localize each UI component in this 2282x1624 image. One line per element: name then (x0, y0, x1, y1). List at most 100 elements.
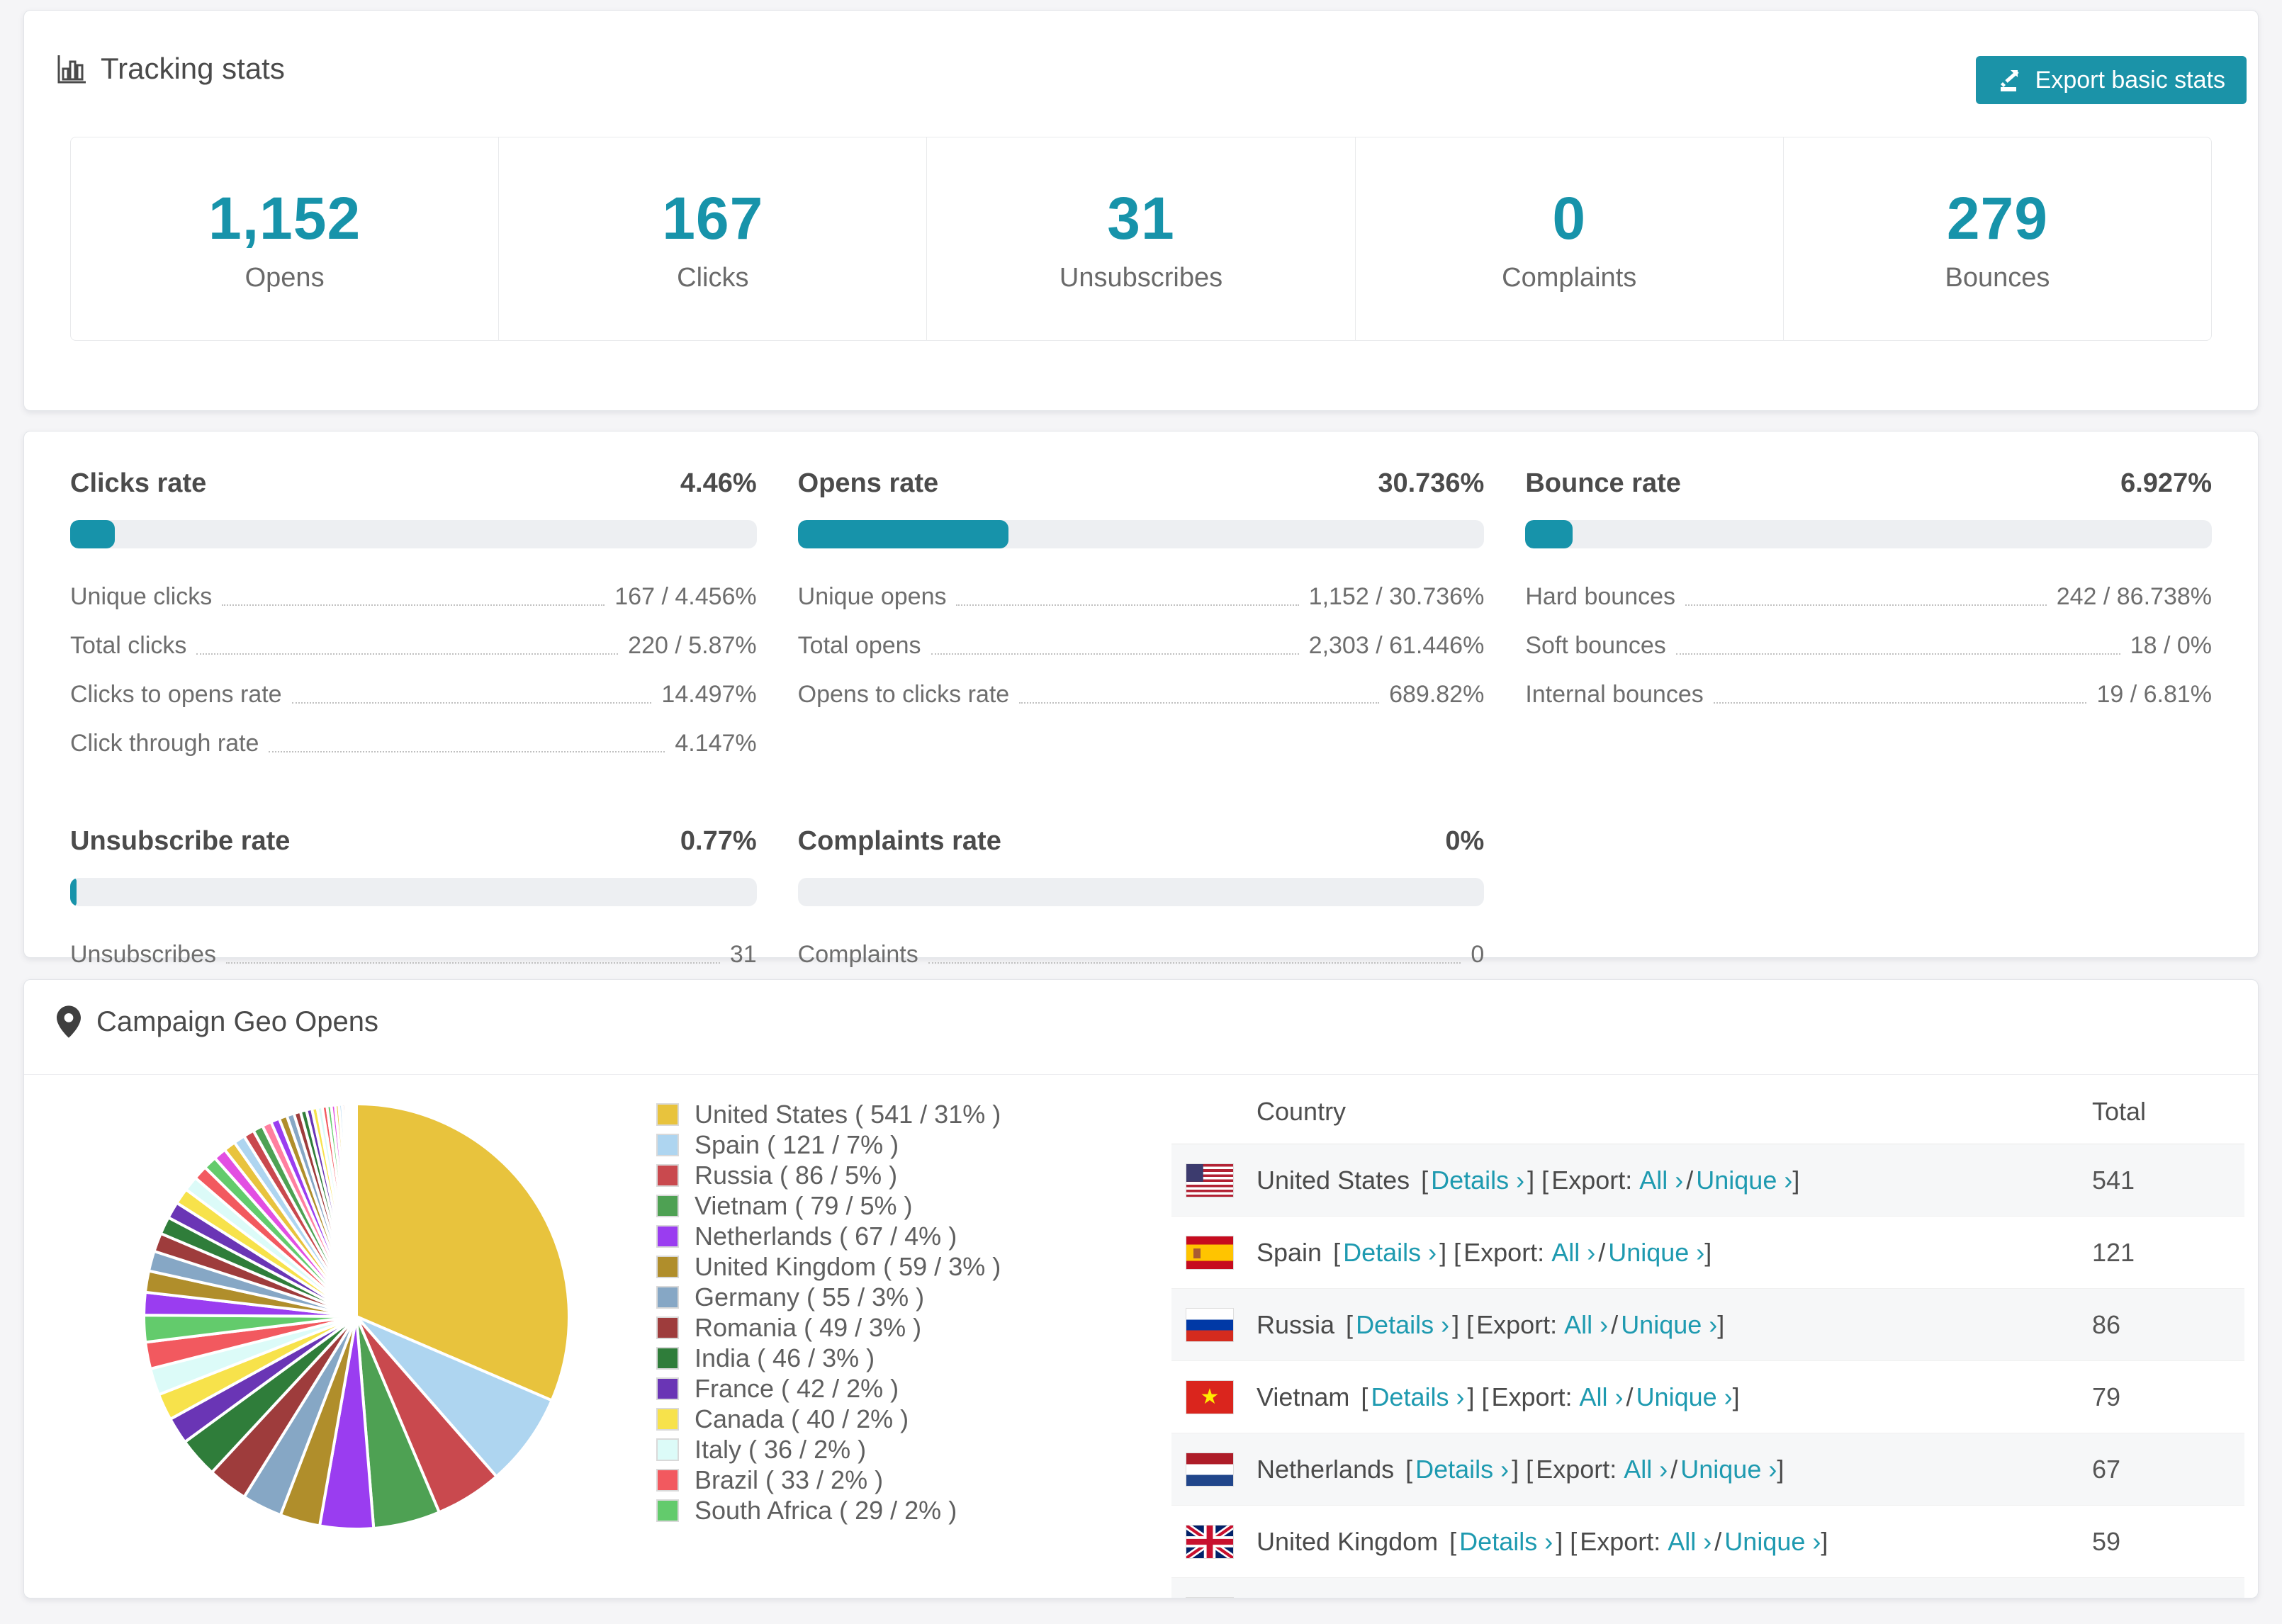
legend-label: Russia ( 86 / 5% ) (695, 1160, 898, 1190)
total-value: 541 (2092, 1165, 2135, 1195)
stat-label: Unsubscribes (1059, 263, 1223, 293)
export-unique-link[interactable]: Unique › (1724, 1527, 1821, 1557)
rate-section-bounce-rate: Bounce rate 6.927% Hard bounces 242 / 86.73… (1525, 468, 2212, 768)
progress-bar (797, 878, 1485, 906)
export-label: Export: (1551, 1165, 1640, 1195)
export-all-link[interactable]: All › (1624, 1455, 1668, 1484)
export-unique-link[interactable]: Unique › (1696, 1166, 1792, 1195)
progress-bar-fill (70, 520, 115, 548)
total-value: 121 (2092, 1237, 2135, 1267)
legend-label: Spain ( 121 / 7% ) (695, 1129, 899, 1159)
details-link[interactable]: Details › (1415, 1455, 1509, 1484)
page-title: Tracking stats (101, 52, 285, 85)
rate-row-label: Unique opens (797, 583, 947, 610)
bracket: ] (1821, 1526, 1828, 1556)
rate-row-opens-to-clicks-rate: Opens to clicks rate 689.82% (798, 670, 1485, 719)
rate-value: 6.927% (2120, 468, 2212, 498)
geo-opens-card: Campaign Geo Opens United States ( 541 /… (23, 979, 2259, 1598)
rate-row-label: Unique clicks (70, 583, 213, 610)
bracket: [ (1333, 1237, 1341, 1267)
country-cell: United Kingdom [Details ›] [Export: All ›… (1257, 1527, 2092, 1557)
export-all-link[interactable]: All › (1564, 1310, 1608, 1340)
tracking-stats-card: Tracking stats Export basic stats 1,152 O… (23, 10, 2259, 411)
rate-section-clicks-rate: Clicks rate 4.46% Unique clicks 167 / 4.456… (70, 468, 757, 768)
pie-slice-other (354, 1102, 358, 1317)
vn-flag-icon (1186, 1380, 1234, 1414)
legend-label: France ( 42 / 2% ) (695, 1373, 899, 1403)
export-all-link[interactable]: All › (1580, 1382, 1624, 1412)
rate-rows: Hard bounces 242 / 86.738% Soft bounces 18 … (1525, 573, 2212, 719)
rate-row-complaints: Complaints 0 (798, 930, 1485, 979)
rate-row-label: Internal bounces (1525, 681, 1704, 708)
geo-title: Campaign Geo Opens (96, 1005, 379, 1037)
dotted-leader (1713, 702, 2087, 704)
total-value: 79 (2092, 1382, 2121, 1411)
rate-section-opens-rate: Opens rate 30.736% Unique opens 1,152 / 30.… (797, 468, 1485, 768)
dotted-leader (291, 702, 652, 704)
rate-row-label: Complaints (797, 941, 918, 968)
details-link[interactable]: Details › (1459, 1527, 1553, 1557)
slash: / (1686, 1165, 1694, 1195)
rate-head: Complaints rate 0% (798, 826, 1485, 857)
de-flag-icon (1186, 1596, 1234, 1598)
table-row-united-kingdom: United Kingdom [Details ›] [Export: All ›… (1171, 1506, 2244, 1578)
divider (24, 1074, 2258, 1075)
rate-row-value: 242 / 86.738% (2056, 583, 2212, 610)
table-row-netherlands: Netherlands[Details ›] [Export: All › / … (1171, 1433, 2244, 1506)
legend-item: Italy ( 36 / 2% ) (656, 1434, 1001, 1465)
table-row-vietnam: Vietnam [Details ›] [Export: All › / Uniq… (1171, 1361, 2244, 1433)
progress-bar-fill (70, 878, 77, 906)
export-all-link[interactable]: All › (1639, 1166, 1683, 1195)
rate-row-value: 19 / 6.81% (2096, 681, 2212, 708)
stat-value: 279 (1946, 185, 2048, 252)
legend-swatch (656, 1499, 679, 1522)
details-link[interactable]: Details › (1356, 1310, 1449, 1340)
stat-box-clicks: 167 Clicks (499, 137, 928, 340)
bracket: ] (1732, 1382, 1740, 1411)
legend-label: Romania ( 49 / 3% ) (695, 1312, 922, 1342)
geo-legend: United States ( 541 / 31% ) Spain ( 121 /… (656, 1099, 1001, 1526)
total-value: 67 (2092, 1454, 2121, 1484)
export-all-link[interactable]: All › (1668, 1527, 1712, 1557)
export-unique-link[interactable]: Unique › (1680, 1455, 1777, 1484)
export-all-link[interactable]: All › (1551, 1238, 1595, 1268)
geo-table-header: Country Total (1171, 1079, 2244, 1144)
tracking-stats-header: Tracking stats (55, 52, 285, 86)
export-unique-link[interactable]: Unique › (1621, 1310, 1717, 1340)
slash: / (1626, 1382, 1634, 1411)
details-link[interactable]: Details › (1343, 1238, 1437, 1268)
stat-box-unsubscribes: 31 Unsubscribes (927, 137, 1356, 340)
rate-row-unique-clicks: Unique clicks 167 / 4.456% (70, 573, 757, 621)
stat-label: Complaints (1502, 263, 1637, 293)
bracket: ] (1704, 1237, 1712, 1267)
column-header-country: Country (1257, 1096, 1347, 1126)
rates-grid: Clicks rate 4.46% Unique clicks 167 / 4.456… (70, 468, 2212, 979)
export-unique-link[interactable]: Unique › (1608, 1238, 1704, 1268)
rate-row-value: 689.82% (1389, 681, 1485, 708)
rate-row-click-through-rate: Click through rate 4.147% (70, 719, 757, 768)
details-link[interactable]: Details › (1431, 1166, 1524, 1195)
rate-row-value: 0 (1471, 941, 1485, 968)
export-unique-link[interactable]: Unique › (1636, 1382, 1733, 1412)
legend-item: Romania ( 49 / 3% ) (656, 1312, 1001, 1343)
page: { "accent": "#1b93a8", "header": { "titl… (0, 0, 2282, 1624)
country-cell: Russia [Details ›] [Export: All › / Uniqu… (1257, 1310, 2092, 1340)
bracket: ] (1717, 1309, 1725, 1339)
country-name: Russia (1257, 1309, 1335, 1339)
legend-swatch (656, 1163, 679, 1187)
export-basic-stats-button[interactable]: Export basic stats (1975, 56, 2247, 104)
slash: / (1670, 1454, 1678, 1484)
legend-swatch (656, 1468, 679, 1492)
legend-item: Spain ( 121 / 7% ) (656, 1129, 1001, 1160)
rate-title: Complaints rate (797, 826, 1001, 856)
stats-row: 1,152 Opens 167 Clicks 31 Unsubscribes 0 Compla… (70, 137, 2212, 341)
details-link[interactable]: Details › (1371, 1382, 1464, 1412)
legend-item: Russia ( 86 / 5% ) (656, 1160, 1001, 1190)
legend-item: Brazil ( 33 / 2% ) (656, 1465, 1001, 1495)
geo-opens-pie-chart (142, 1102, 570, 1531)
nl-flag-icon (1186, 1452, 1234, 1487)
rate-head: Opens rate 30.736% (798, 468, 1485, 499)
rate-row-value: 167 / 4.456% (614, 583, 757, 610)
rate-title: Clicks rate (70, 468, 207, 498)
progress-bar-fill (797, 520, 1009, 548)
